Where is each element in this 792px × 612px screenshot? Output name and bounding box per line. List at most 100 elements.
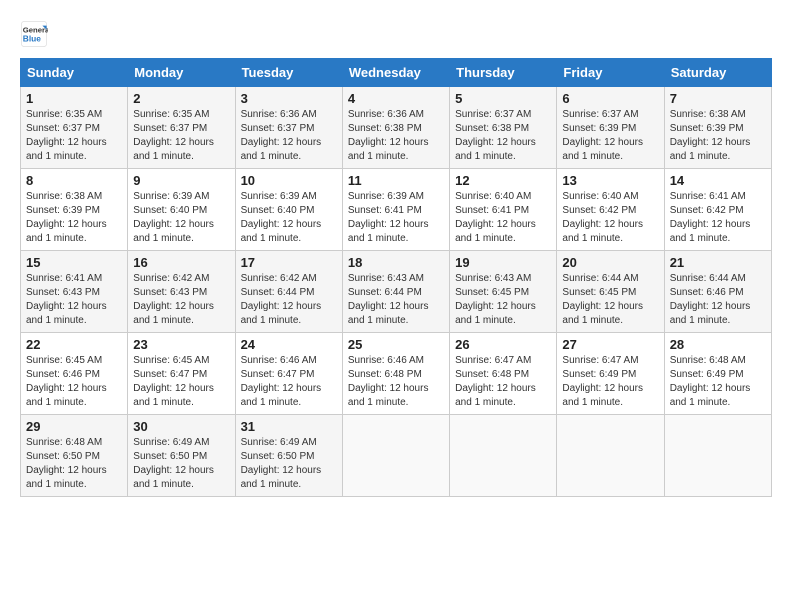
weekday-header: Tuesday [235,59,342,87]
calendar-week-row: 29 Sunrise: 6:48 AMSunset: 6:50 PMDaylig… [21,415,772,497]
calendar-day-cell: 21 Sunrise: 6:44 AMSunset: 6:46 PMDaylig… [664,251,771,333]
day-detail: Sunrise: 6:46 AMSunset: 6:47 PMDaylight:… [241,355,322,408]
day-number: 29 [26,419,122,434]
day-number: 28 [670,337,766,352]
day-number: 17 [241,255,337,270]
calendar-week-row: 1 Sunrise: 6:35 AMSunset: 6:37 PMDayligh… [21,87,772,169]
day-detail: Sunrise: 6:45 AMSunset: 6:47 PMDaylight:… [133,355,214,408]
day-number: 5 [455,91,551,106]
calendar-day-cell: 6 Sunrise: 6:37 AMSunset: 6:39 PMDayligh… [557,87,664,169]
day-detail: Sunrise: 6:46 AMSunset: 6:48 PMDaylight:… [348,355,429,408]
calendar-week-row: 15 Sunrise: 6:41 AMSunset: 6:43 PMDaylig… [21,251,772,333]
calendar-day-cell: 4 Sunrise: 6:36 AMSunset: 6:38 PMDayligh… [342,87,449,169]
day-detail: Sunrise: 6:40 AMSunset: 6:41 PMDaylight:… [455,191,536,244]
day-number: 16 [133,255,229,270]
calendar-day-cell: 7 Sunrise: 6:38 AMSunset: 6:39 PMDayligh… [664,87,771,169]
calendar-day-cell: 18 Sunrise: 6:43 AMSunset: 6:44 PMDaylig… [342,251,449,333]
day-detail: Sunrise: 6:47 AMSunset: 6:48 PMDaylight:… [455,355,536,408]
day-number: 31 [241,419,337,434]
day-number: 14 [670,173,766,188]
day-detail: Sunrise: 6:39 AMSunset: 6:40 PMDaylight:… [241,191,322,244]
calendar-day-cell: 29 Sunrise: 6:48 AMSunset: 6:50 PMDaylig… [21,415,128,497]
calendar-day-cell: 8 Sunrise: 6:38 AMSunset: 6:39 PMDayligh… [21,169,128,251]
day-detail: Sunrise: 6:39 AMSunset: 6:41 PMDaylight:… [348,191,429,244]
day-detail: Sunrise: 6:38 AMSunset: 6:39 PMDaylight:… [670,109,751,162]
calendar-day-cell: 9 Sunrise: 6:39 AMSunset: 6:40 PMDayligh… [128,169,235,251]
calendar-day-cell: 28 Sunrise: 6:48 AMSunset: 6:49 PMDaylig… [664,333,771,415]
day-detail: Sunrise: 6:36 AMSunset: 6:38 PMDaylight:… [348,109,429,162]
calendar-day-cell: 30 Sunrise: 6:49 AMSunset: 6:50 PMDaylig… [128,415,235,497]
calendar-day-cell: 13 Sunrise: 6:40 AMSunset: 6:42 PMDaylig… [557,169,664,251]
day-detail: Sunrise: 6:39 AMSunset: 6:40 PMDaylight:… [133,191,214,244]
calendar-day-cell: 11 Sunrise: 6:39 AMSunset: 6:41 PMDaylig… [342,169,449,251]
calendar-day-cell: 27 Sunrise: 6:47 AMSunset: 6:49 PMDaylig… [557,333,664,415]
calendar-day-cell: 12 Sunrise: 6:40 AMSunset: 6:41 PMDaylig… [450,169,557,251]
day-number: 3 [241,91,337,106]
day-number: 15 [26,255,122,270]
day-detail: Sunrise: 6:38 AMSunset: 6:39 PMDaylight:… [26,191,107,244]
day-number: 4 [348,91,444,106]
day-number: 26 [455,337,551,352]
day-number: 11 [348,173,444,188]
calendar-day-cell [664,415,771,497]
day-detail: Sunrise: 6:42 AMSunset: 6:43 PMDaylight:… [133,273,214,326]
day-detail: Sunrise: 6:36 AMSunset: 6:37 PMDaylight:… [241,109,322,162]
day-number: 23 [133,337,229,352]
calendar-day-cell: 23 Sunrise: 6:45 AMSunset: 6:47 PMDaylig… [128,333,235,415]
weekday-header: Friday [557,59,664,87]
day-detail: Sunrise: 6:49 AMSunset: 6:50 PMDaylight:… [241,437,322,490]
calendar-day-cell: 16 Sunrise: 6:42 AMSunset: 6:43 PMDaylig… [128,251,235,333]
day-number: 6 [562,91,658,106]
day-number: 27 [562,337,658,352]
weekday-header: Saturday [664,59,771,87]
page-header: General Blue [20,20,772,48]
day-number: 22 [26,337,122,352]
calendar-day-cell: 15 Sunrise: 6:41 AMSunset: 6:43 PMDaylig… [21,251,128,333]
day-detail: Sunrise: 6:49 AMSunset: 6:50 PMDaylight:… [133,437,214,490]
day-detail: Sunrise: 6:45 AMSunset: 6:46 PMDaylight:… [26,355,107,408]
day-detail: Sunrise: 6:41 AMSunset: 6:43 PMDaylight:… [26,273,107,326]
calendar-day-cell: 26 Sunrise: 6:47 AMSunset: 6:48 PMDaylig… [450,333,557,415]
calendar-day-cell: 1 Sunrise: 6:35 AMSunset: 6:37 PMDayligh… [21,87,128,169]
calendar-day-cell: 14 Sunrise: 6:41 AMSunset: 6:42 PMDaylig… [664,169,771,251]
calendar-day-cell: 2 Sunrise: 6:35 AMSunset: 6:37 PMDayligh… [128,87,235,169]
weekday-header: Wednesday [342,59,449,87]
day-detail: Sunrise: 6:44 AMSunset: 6:46 PMDaylight:… [670,273,751,326]
calendar-day-cell [342,415,449,497]
day-number: 18 [348,255,444,270]
day-detail: Sunrise: 6:37 AMSunset: 6:39 PMDaylight:… [562,109,643,162]
day-detail: Sunrise: 6:44 AMSunset: 6:45 PMDaylight:… [562,273,643,326]
day-number: 9 [133,173,229,188]
calendar-body: 1 Sunrise: 6:35 AMSunset: 6:37 PMDayligh… [21,87,772,497]
day-number: 20 [562,255,658,270]
day-detail: Sunrise: 6:43 AMSunset: 6:44 PMDaylight:… [348,273,429,326]
day-number: 1 [26,91,122,106]
day-number: 24 [241,337,337,352]
day-number: 19 [455,255,551,270]
weekday-header: Monday [128,59,235,87]
day-detail: Sunrise: 6:35 AMSunset: 6:37 PMDaylight:… [133,109,214,162]
logo: General Blue [20,20,52,48]
weekday-header: Sunday [21,59,128,87]
day-number: 2 [133,91,229,106]
day-detail: Sunrise: 6:35 AMSunset: 6:37 PMDaylight:… [26,109,107,162]
calendar-day-cell: 5 Sunrise: 6:37 AMSunset: 6:38 PMDayligh… [450,87,557,169]
calendar-week-row: 22 Sunrise: 6:45 AMSunset: 6:46 PMDaylig… [21,333,772,415]
day-detail: Sunrise: 6:41 AMSunset: 6:42 PMDaylight:… [670,191,751,244]
day-number: 10 [241,173,337,188]
day-detail: Sunrise: 6:47 AMSunset: 6:49 PMDaylight:… [562,355,643,408]
calendar-day-cell: 24 Sunrise: 6:46 AMSunset: 6:47 PMDaylig… [235,333,342,415]
calendar-day-cell: 10 Sunrise: 6:39 AMSunset: 6:40 PMDaylig… [235,169,342,251]
day-number: 12 [455,173,551,188]
calendar-day-cell: 22 Sunrise: 6:45 AMSunset: 6:46 PMDaylig… [21,333,128,415]
day-number: 21 [670,255,766,270]
calendar-day-cell: 19 Sunrise: 6:43 AMSunset: 6:45 PMDaylig… [450,251,557,333]
calendar-day-cell: 17 Sunrise: 6:42 AMSunset: 6:44 PMDaylig… [235,251,342,333]
day-number: 25 [348,337,444,352]
day-detail: Sunrise: 6:48 AMSunset: 6:50 PMDaylight:… [26,437,107,490]
day-number: 13 [562,173,658,188]
day-detail: Sunrise: 6:43 AMSunset: 6:45 PMDaylight:… [455,273,536,326]
calendar-day-cell: 3 Sunrise: 6:36 AMSunset: 6:37 PMDayligh… [235,87,342,169]
calendar-day-cell: 31 Sunrise: 6:49 AMSunset: 6:50 PMDaylig… [235,415,342,497]
calendar-day-cell: 25 Sunrise: 6:46 AMSunset: 6:48 PMDaylig… [342,333,449,415]
